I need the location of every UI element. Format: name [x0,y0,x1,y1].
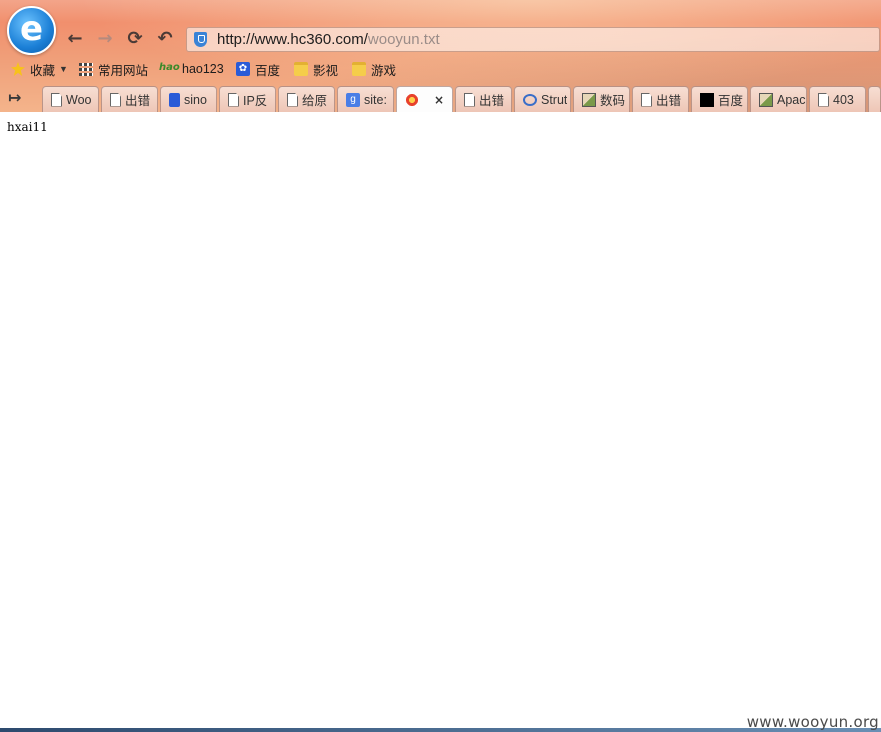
page-icon [51,92,62,107]
page-icon [287,92,298,107]
address-url[interactable]: http://www.hc360.com/wooyun.txt [217,31,440,48]
bookmark-favorites[interactable]: 收藏 ▼ [11,60,68,78]
chevron-down-icon: ▼ [59,64,68,74]
tab-overflow[interactable] [868,86,881,112]
bookmarks-bar: 收藏 ▼ 常用网站 hao hao123 ✿ 百度 影视 游戏 [0,58,881,80]
page-content: hxai11 [0,112,881,727]
baidu-paw-icon [169,92,180,107]
browser-chrome: e ← → ⟳ ↶ http://www.hc360.com/wooyun.tx… [0,0,881,112]
tab[interactable]: Apac [750,86,807,112]
bookmark-hao123[interactable]: hao hao123 [159,60,224,78]
tab[interactable]: Woo [42,86,99,112]
swirl-icon [405,93,419,107]
bookmark-baidu[interactable]: ✿ 百度 [236,60,280,78]
folder-icon [352,62,366,76]
tab[interactable]: Strut [514,86,571,112]
tab[interactable]: sino [160,86,217,112]
page-icon [228,92,239,107]
tab[interactable]: 403 [809,86,866,112]
address-bar[interactable]: http://www.hc360.com/wooyun.txt [186,27,880,52]
browser-logo-icon[interactable]: e [7,6,56,55]
tab[interactable]: IP反 [219,86,276,112]
back-button[interactable]: ← [64,28,86,50]
page-icon [641,92,652,107]
star-icon [11,62,25,76]
bookmark-video[interactable]: 影视 [294,60,338,78]
tab-active[interactable]: × [396,86,453,112]
tab[interactable]: 数码 [573,86,630,112]
close-tab-icon[interactable]: × [434,93,444,107]
tab[interactable]: g site: [337,86,394,112]
watermark: www.wooyun.org [746,713,879,731]
tab[interactable]: 出错 [455,86,512,112]
bookmark-games[interactable]: 游戏 [352,60,396,78]
tab[interactable]: 出错 [632,86,689,112]
refresh-button[interactable]: ⟳ [124,28,146,50]
undo-close-button[interactable]: ↶ [154,28,176,50]
page-icon [464,92,475,107]
tab[interactable]: 给原 [278,86,335,112]
link-icon [523,93,537,106]
tab[interactable]: 百度 [691,86,748,112]
tab[interactable]: 出错 [101,86,158,112]
baidu-paw-icon: ✿ [236,62,250,76]
page-icon [818,92,829,107]
bookmark-common-sites[interactable]: 常用网站 [79,60,148,78]
hao123-icon: hao [159,62,180,73]
image-icon [582,92,596,107]
tab-bar: ↦ Woo 出错 sino IP反 给原 g site: × 出错 Strut 数… [0,84,881,112]
grid-icon [79,62,93,76]
image-icon [759,92,773,107]
sidebar-toggle-icon[interactable]: ↦ [8,88,21,107]
google-icon: g [346,92,360,107]
black-square-icon [700,92,714,107]
page-body-text: hxai11 [7,120,48,134]
folder-icon [294,62,308,76]
forward-button[interactable]: → [94,28,116,50]
page-icon [110,92,121,107]
security-shield-icon [194,32,207,47]
